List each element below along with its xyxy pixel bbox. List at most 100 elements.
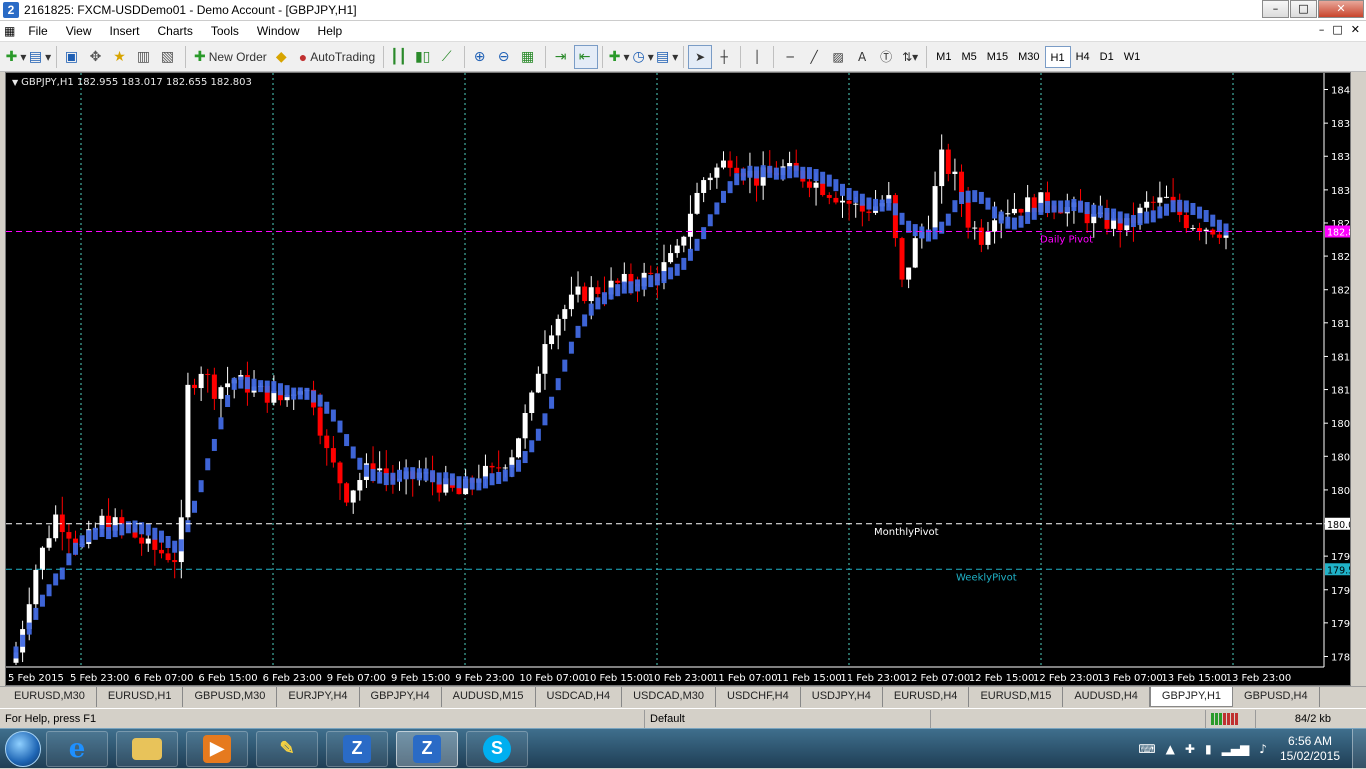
chart-tab[interactable]: GBPUSD,H4: [1233, 687, 1320, 707]
zoom-out-icon[interactable]: ⊖: [493, 45, 517, 69]
chart-tab[interactable]: EURUSD,M15: [969, 687, 1064, 707]
ma-segment: [542, 413, 548, 426]
crosshair-icon[interactable]: ┼: [712, 45, 736, 69]
cursor-icon[interactable]: ➤: [688, 44, 713, 69]
menu-insert[interactable]: Insert: [100, 21, 148, 42]
network-icon[interactable]: ✚: [1185, 742, 1195, 756]
chart-tab[interactable]: AUDUSD,H4: [1063, 687, 1150, 707]
text-tool-icon[interactable]: A: [850, 45, 874, 69]
market-watch-icon[interactable]: ▣: [61, 45, 85, 69]
taskbar-mt4-b[interactable]: Z: [396, 730, 458, 767]
menu-tools[interactable]: Tools: [202, 21, 248, 42]
chart-vertical-scrollbar[interactable]: [1351, 72, 1366, 686]
autoscroll-icon[interactable]: ⇥: [550, 45, 574, 69]
zoom-in-icon[interactable]: ⊕: [469, 45, 493, 69]
ma-segment: [1216, 219, 1222, 232]
vertical-line-icon[interactable]: │: [745, 45, 769, 69]
bar-chart-icon[interactable]: ┃┃: [388, 45, 412, 69]
time-axis-label: 13 Feb 23:00: [1226, 673, 1292, 684]
timeframe-h4[interactable]: H4: [1071, 46, 1095, 68]
chart-tab[interactable]: USDJPY,H4: [801, 687, 883, 707]
chart-tab[interactable]: USDCAD,M30: [622, 687, 717, 707]
timeframe-m15[interactable]: M15: [982, 46, 1013, 68]
data-window-icon[interactable]: ✥: [85, 45, 109, 69]
minimize-button[interactable]: –: [1262, 0, 1289, 18]
chart-tab[interactable]: EURUSD,H4: [883, 687, 970, 707]
chart-tab[interactable]: EURUSD,H1: [97, 687, 184, 707]
status-traffic: 84/2 kb: [1294, 712, 1331, 725]
volume-icon[interactable]: ♪: [1259, 742, 1267, 756]
ma-segment: [46, 584, 52, 597]
signal-icon[interactable]: ▂▄▆: [1222, 742, 1250, 756]
chart-tab[interactable]: GBPJPY,H1: [1149, 687, 1234, 707]
mdi-restore-button[interactable]: □: [1332, 23, 1342, 36]
chart-tab[interactable]: GBPUSD,M30: [183, 687, 278, 707]
taskbar-app[interactable]: ✎: [256, 730, 318, 767]
horizontal-line-icon[interactable]: ─: [778, 45, 802, 69]
navigator-icon[interactable]: ★: [109, 45, 133, 69]
candle-body: [681, 236, 687, 246]
timeframe-d1[interactable]: D1: [1095, 46, 1119, 68]
keyboard-icon[interactable]: ⌨: [1138, 742, 1155, 756]
show-hidden-icons[interactable]: ▲: [1166, 742, 1175, 756]
power-icon[interactable]: ▮: [1205, 742, 1212, 756]
timeframe-m30[interactable]: M30: [1013, 46, 1044, 68]
terminal-icon[interactable]: ▥: [133, 45, 157, 69]
taskbar-explorer[interactable]: [116, 730, 178, 767]
timeframe-m1[interactable]: M1: [931, 46, 956, 68]
new-order-button[interactable]: ✚ New Order: [190, 45, 271, 69]
taskbar-skype[interactable]: S: [466, 730, 528, 767]
chart-tab[interactable]: USDCHF,H4: [716, 687, 801, 707]
timeframe-h1[interactable]: H1: [1044, 45, 1071, 68]
chart-doc-icon[interactable]: ▦: [0, 21, 19, 42]
price-chart[interactable]: 5 Feb 2015 5 Feb 23:00 6 Feb 07:00 6 Feb 15…: [5, 72, 1351, 686]
chart-canvas[interactable]: 5 Feb 2015 5 Feb 23:00 6 Feb 07:00 6 Feb 15…: [6, 73, 1351, 686]
menu-view[interactable]: View: [57, 21, 101, 42]
arrows-icon[interactable]: ⇅▾: [898, 45, 922, 69]
price-axis-label: 180.345: [1331, 486, 1351, 497]
chart-tab[interactable]: EURUSD,M30: [3, 687, 97, 707]
menu-charts[interactable]: Charts: [149, 21, 202, 42]
timeframe-m5[interactable]: M5: [956, 46, 981, 68]
ma-segment: [522, 451, 528, 464]
profiles-icon[interactable]: ▤ ▾: [28, 45, 52, 69]
candle-body: [568, 294, 574, 310]
templates-icon[interactable]: ▤ ▾: [655, 45, 679, 69]
trendline-icon[interactable]: ╱: [802, 45, 826, 69]
taskbar-mt4-a[interactable]: Z: [326, 730, 388, 767]
taskbar-clock[interactable]: 6:56 AM 15/02/2015: [1280, 734, 1340, 764]
start-button[interactable]: [0, 729, 46, 769]
tile-windows-icon[interactable]: ▦: [517, 45, 541, 69]
menu-window[interactable]: Window: [248, 21, 309, 42]
collapse-triangle-icon[interactable]: ▼: [12, 78, 18, 87]
show-desktop-button[interactable]: [1352, 729, 1366, 769]
strategy-tester-icon[interactable]: ▧: [157, 45, 181, 69]
chart-tab[interactable]: AUDUSD,M15: [442, 687, 536, 707]
menu-help[interactable]: Help: [309, 21, 352, 42]
chart-shift-icon[interactable]: ⇤: [574, 44, 599, 69]
autotrading-button[interactable]: ● AutoTrading: [295, 45, 379, 69]
new-chart-icon[interactable]: ✚ ▾: [4, 45, 28, 69]
close-button[interactable]: ✕: [1318, 0, 1364, 18]
timeframe-w1[interactable]: W1: [1119, 46, 1146, 68]
line-chart-icon[interactable]: ⟋: [436, 45, 460, 69]
taskbar-ie[interactable]: e: [46, 730, 108, 767]
indicators-icon[interactable]: ✚ ▾: [607, 45, 631, 69]
text-label-icon[interactable]: Ⓣ: [874, 45, 898, 69]
chart-tab[interactable]: EURJPY,H4: [277, 687, 360, 707]
mdi-minimize-button[interactable]: –: [1319, 23, 1325, 36]
candlestick-icon[interactable]: ▮▯: [412, 45, 436, 69]
menu-file[interactable]: File: [19, 21, 56, 42]
chart-tab[interactable]: GBPJPY,H4: [360, 687, 442, 707]
taskbar-media[interactable]: ▶: [186, 730, 248, 767]
window-titlebar[interactable]: 2 2161825: FXCM-USDDemo01 - Demo Account…: [0, 0, 1366, 21]
media-player-icon: ▶: [203, 734, 231, 763]
ma-segment: [125, 521, 131, 534]
mdi-close-button[interactable]: ✕: [1351, 23, 1360, 36]
fibonacci-icon[interactable]: ▨: [826, 45, 850, 69]
periods-icon[interactable]: ◷ ▾: [631, 45, 655, 69]
ma-segment: [562, 359, 568, 372]
maximize-button[interactable]: □: [1290, 0, 1317, 18]
chart-tab[interactable]: USDCAD,H4: [536, 687, 623, 707]
metaeditor-icon[interactable]: ◆: [271, 45, 295, 69]
